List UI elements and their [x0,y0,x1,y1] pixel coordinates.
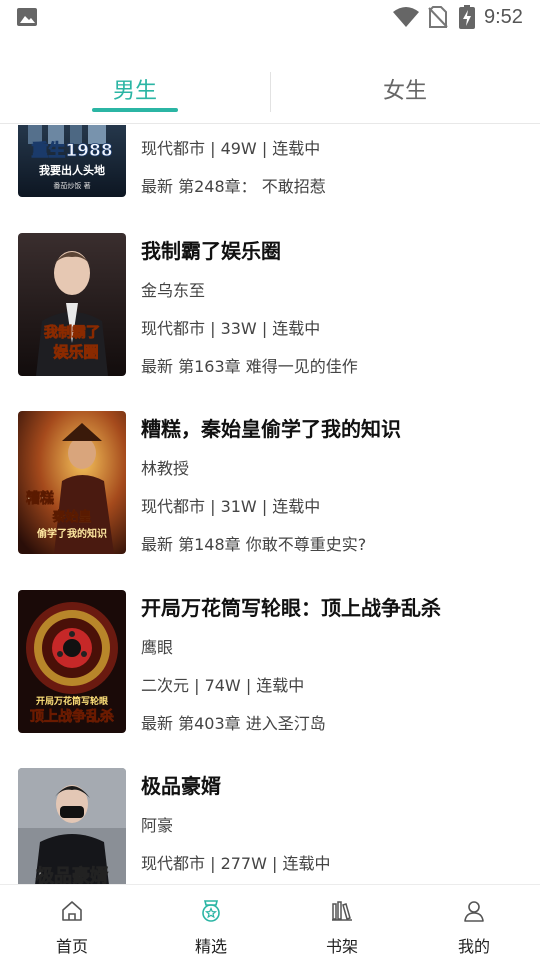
book-cover[interactable]: 开局万花筒写轮眼 顶上战争乱杀 [18,590,126,733]
no-sim-icon [428,6,448,28]
nav-bookshelf-label: 书架 [325,937,358,956]
book-title[interactable]: 糟糕，秦始皇偷学了我的知识 [141,413,401,442]
nav-bookshelf[interactable]: 书架 [292,885,392,960]
book-latest-chapter: 最新 第248章： 不敢招惹 [141,177,326,196]
book-category-line: 二次元 | 74W | 连载中 [141,676,305,695]
cover-author-text: 番茄炒饭 著 [53,181,90,190]
book-category-line: 现代都市 | 277W | 连载中 [141,854,331,873]
nav-profile-label: 我的 [457,937,490,956]
book-item[interactable]: 重生1988 我要出人头地 番茄炒饭 著 现代都市 | 49W | 连载中 最新… [0,125,540,204]
book-cover[interactable]: 极品豪婿 [18,768,126,884]
status-bar: 9:52 [0,0,540,36]
gender-tabs: 男生 女生 [0,60,540,124]
cover-title-text: 糟糕 [26,490,54,507]
tab-active-indicator [92,108,178,112]
book-title[interactable]: 极品豪婿 [141,770,221,799]
profile-icon [464,901,484,922]
cover-title-text: 秦始皇 [51,509,91,525]
book-category-line: 现代都市 | 31W | 连载中 [141,497,321,516]
home-icon [62,901,82,921]
book-cover[interactable]: 重生1988 我要出人头地 番茄炒饭 著 [18,125,126,197]
status-time: 9:52 [484,6,523,28]
book-cover[interactable]: 糟糕 秦始皇 偷学了我的知识 [18,411,126,554]
book-item[interactable]: 糟糕 秦始皇 偷学了我的知识 糟糕，秦始皇偷学了我的知识 林教授 现代都市 | … [0,411,540,561]
tab-female[interactable]: 女生 [270,60,540,124]
cover-title-text: 我制霸了 [44,324,100,341]
nav-profile[interactable]: 我的 [424,885,524,960]
book-category-line: 现代都市 | 49W | 连载中 [141,139,321,158]
cover-title-text: 重生1988 [31,140,112,161]
cover-title-text: 极品豪婿 [36,865,108,884]
cover-title-text: 偷学了我的知识 [37,527,107,540]
bottom-navigation: 首页 精选 书架 我的 [0,884,540,960]
cover-subtitle-text: 我要出人头地 [39,163,105,177]
book-title[interactable]: 开局万花筒写轮眼：顶上战争乱杀 [141,592,441,621]
bookshelf-icon [332,901,352,921]
book-item[interactable]: 我制霸了 娱乐圈 我制霸了娱乐圈 金乌东至 现代都市 | 33W | 连载中 最… [0,233,540,383]
book-author: 金乌东至 [141,281,206,300]
nav-featured-label: 精选 [194,937,227,956]
book-item[interactable]: 开局万花筒写轮眼 顶上战争乱杀 开局万花筒写轮眼：顶上战争乱杀 鹰眼 二次元 |… [0,590,540,740]
nav-home[interactable]: 首页 [22,885,122,960]
cover-title-text: 顶上战争乱杀 [30,708,114,725]
book-latest-chapter: 最新 第403章 进入圣汀岛 [141,714,326,733]
cover-title-text: 娱乐圈 [53,343,98,361]
book-latest-chapter: 最新 第148章 你敢不尊重史实? [141,535,367,554]
book-title[interactable]: 我制霸了娱乐圈 [141,235,281,264]
book-list[interactable]: 重生1988 我要出人头地 番茄炒饭 著 现代都市 | 49W | 连载中 最新… [0,125,540,884]
cover-title-text: 开局万花筒写轮眼 [36,695,108,707]
book-author: 鹰眼 [141,638,174,657]
picture-icon [17,8,37,26]
book-author: 林教授 [141,459,190,478]
nav-featured[interactable]: 精选 [161,885,261,960]
wifi-icon [393,7,419,27]
battery-charging-icon [459,5,475,29]
book-category-line: 现代都市 | 33W | 连载中 [141,319,321,338]
book-cover[interactable]: 我制霸了 娱乐圈 [18,233,126,376]
nav-home-label: 首页 [55,937,88,956]
tab-male[interactable]: 男生 [0,60,270,124]
book-author: 阿豪 [141,816,174,835]
featured-icon [202,900,220,922]
book-item[interactable]: 极品豪婿 极品豪婿 阿豪 现代都市 | 277W | 连载中 [0,768,540,884]
book-latest-chapter: 最新 第163章 难得一见的佳作 [141,357,358,376]
